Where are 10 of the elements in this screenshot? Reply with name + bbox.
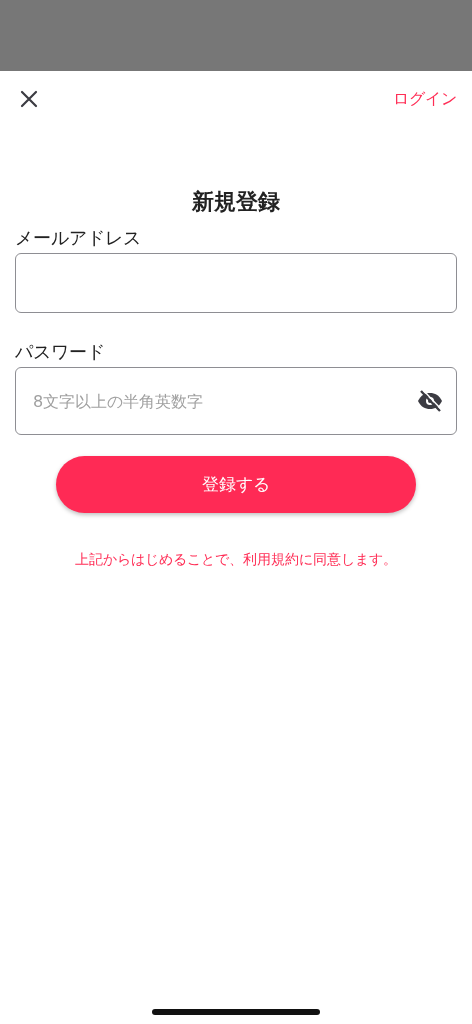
register-button[interactable]: 登録する [56,456,416,513]
login-link[interactable]: ログイン [393,88,457,110]
eye-off-icon[interactable] [417,390,443,412]
page-title: 新規登録 [191,188,281,216]
terms-notice: 上記からはじめることで、利用規約に同意します。 [74,551,398,569]
email-field[interactable] [15,253,457,313]
password-field[interactable]: 8文字以上の半角英数字 [15,367,457,435]
field-label: メールアドレス [15,226,142,250]
close-icon[interactable] [20,90,38,108]
field-label: パスワード [15,340,106,364]
